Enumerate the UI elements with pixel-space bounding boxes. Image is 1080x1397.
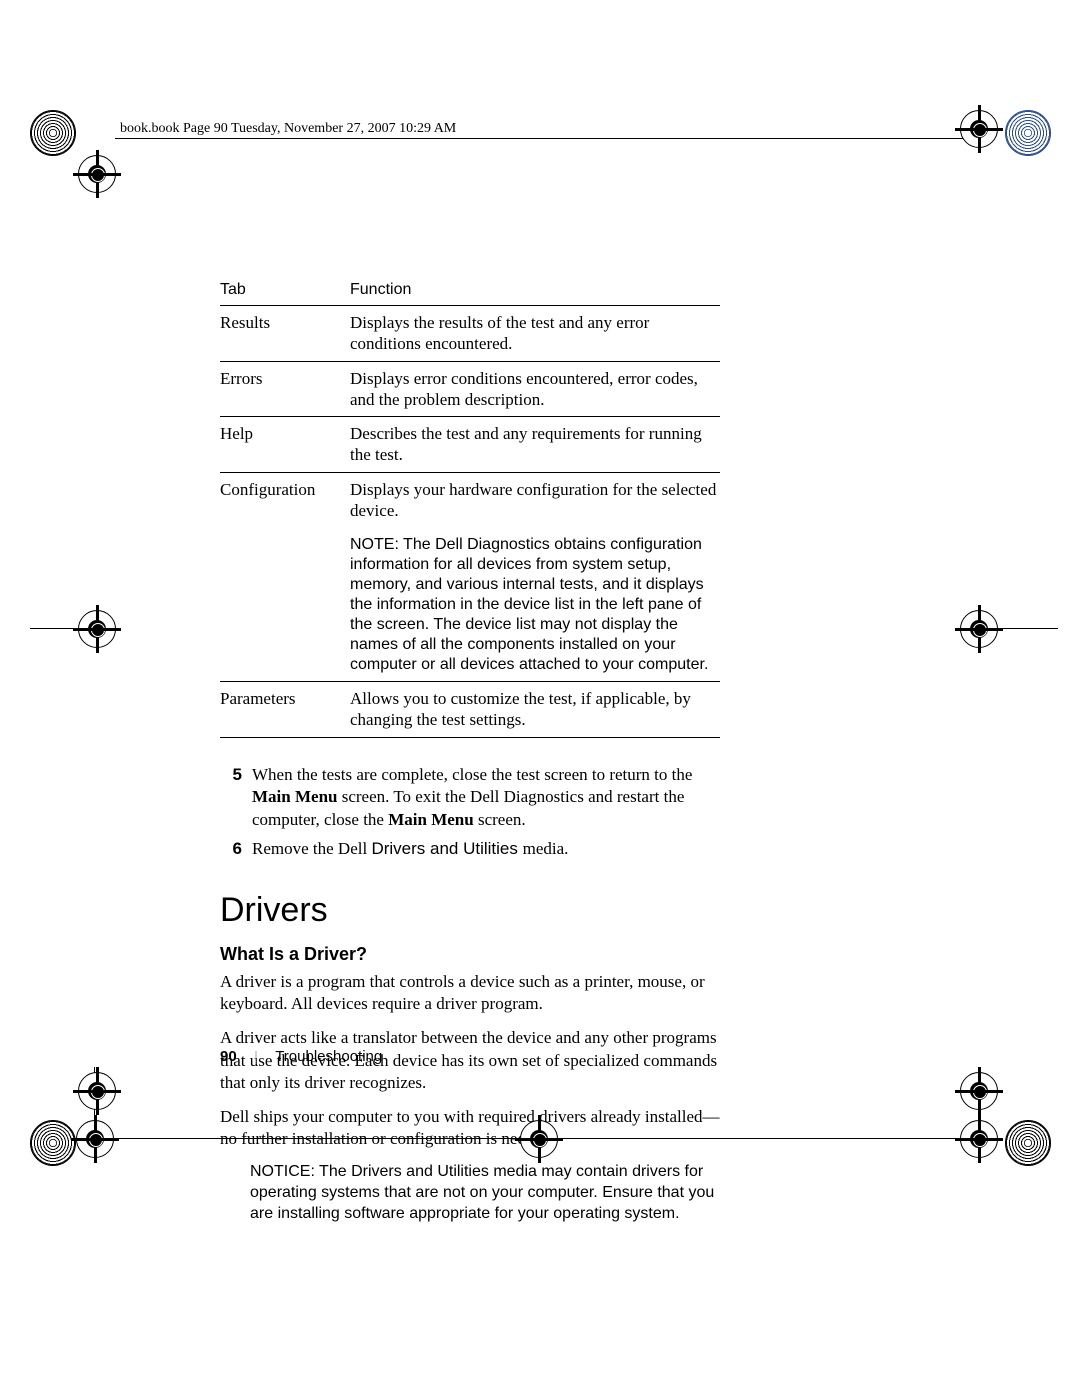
note-text: The Dell Diagnostics obtains configurati…	[350, 536, 708, 673]
tab-desc: Displays the results of the test and any…	[350, 306, 720, 362]
footer-section: Troubleshooting	[275, 1048, 382, 1065]
note-prefix: NOTE:	[350, 536, 403, 553]
paragraph: A driver is a program that controls a de…	[220, 971, 720, 1015]
registration-mark-icon	[78, 1072, 116, 1110]
notice-block: NOTICE: The Drivers and Utilities media …	[250, 1162, 720, 1224]
paragraph: Dell ships your computer to you with req…	[220, 1106, 720, 1150]
table-row: Parameters Allows you to customize the t…	[220, 682, 720, 738]
table-header-tab: Tab	[220, 277, 350, 306]
tab-label-empty	[220, 523, 350, 682]
registration-swirl-icon	[1005, 1120, 1051, 1166]
page-content: Tab Function Results Displays the result…	[220, 277, 720, 1224]
table-row: Results Displays the results of the test…	[220, 306, 720, 362]
table-row: Help Describes the test and any requirem…	[220, 417, 720, 473]
tab-label: Errors	[220, 361, 350, 417]
registration-swirl-icon	[30, 1120, 76, 1166]
tab-desc: Displays error conditions encountered, e…	[350, 361, 720, 417]
t: screen.	[474, 810, 526, 829]
t: When the tests are complete, close the t…	[252, 765, 692, 784]
table-row: Configuration Displays your hardware con…	[220, 472, 720, 523]
registration-mark-icon	[960, 1072, 998, 1110]
sans-text: Drivers and Utilities	[351, 1163, 493, 1180]
step-number: 6	[220, 838, 242, 861]
page: book.book Page 90 Tuesday, November 27, …	[0, 0, 1080, 1397]
registration-mark-icon	[960, 1120, 998, 1158]
tab-desc: Displays your hardware configuration for…	[350, 472, 720, 523]
page-number: 90	[220, 1048, 237, 1065]
tab-function-table: Tab Function Results Displays the result…	[220, 277, 720, 738]
registration-mark-icon	[520, 1120, 558, 1158]
crop-line	[998, 628, 1058, 629]
step-text: When the tests are complete, close the t…	[252, 764, 720, 833]
tab-label: Results	[220, 306, 350, 362]
footer-separator: |	[254, 1049, 257, 1065]
config-note: NOTE: The Dell Diagnostics obtains confi…	[350, 523, 720, 682]
registration-mark-icon	[76, 1120, 114, 1158]
step-5: 5 When the tests are complete, close the…	[220, 764, 720, 833]
page-footer: 90 | Troubleshooting	[220, 1048, 382, 1066]
tab-label: Help	[220, 417, 350, 473]
table-header-function: Function	[350, 277, 720, 306]
sans-text: Drivers and Utilities	[371, 839, 522, 858]
section-heading-drivers: Drivers	[220, 891, 720, 930]
table-row-note: NOTE: The Dell Diagnostics obtains confi…	[220, 523, 720, 682]
tab-desc: Describes the test and any requirements …	[350, 417, 720, 473]
t: Remove the Dell	[252, 839, 371, 858]
bold-text: Main Menu	[388, 810, 473, 829]
registration-mark-icon	[960, 610, 998, 648]
running-header: book.book Page 90 Tuesday, November 27, …	[120, 121, 456, 137]
step-text: Remove the Dell Drivers and Utilities me…	[252, 838, 720, 861]
step-6: 6 Remove the Dell Drivers and Utilities …	[220, 838, 720, 861]
registration-swirl-icon	[30, 110, 76, 156]
t: media.	[523, 839, 569, 858]
tab-label: Configuration	[220, 472, 350, 523]
registration-mark-icon	[78, 155, 116, 193]
t: The	[319, 1163, 351, 1180]
header-rule	[115, 138, 965, 139]
table-row: Errors Displays error conditions encount…	[220, 361, 720, 417]
tab-label: Parameters	[220, 682, 350, 738]
subsection-heading: What Is a Driver?	[220, 944, 720, 965]
bold-text: Main Menu	[252, 787, 337, 806]
step-number: 5	[220, 764, 242, 833]
tab-desc: Allows you to customize the test, if app…	[350, 682, 720, 738]
steps-list: 5 When the tests are complete, close the…	[220, 764, 720, 862]
registration-mark-icon	[960, 110, 998, 148]
notice-prefix: NOTICE:	[250, 1163, 319, 1180]
registration-mark-icon	[78, 610, 116, 648]
registration-swirl-icon	[1005, 110, 1051, 156]
